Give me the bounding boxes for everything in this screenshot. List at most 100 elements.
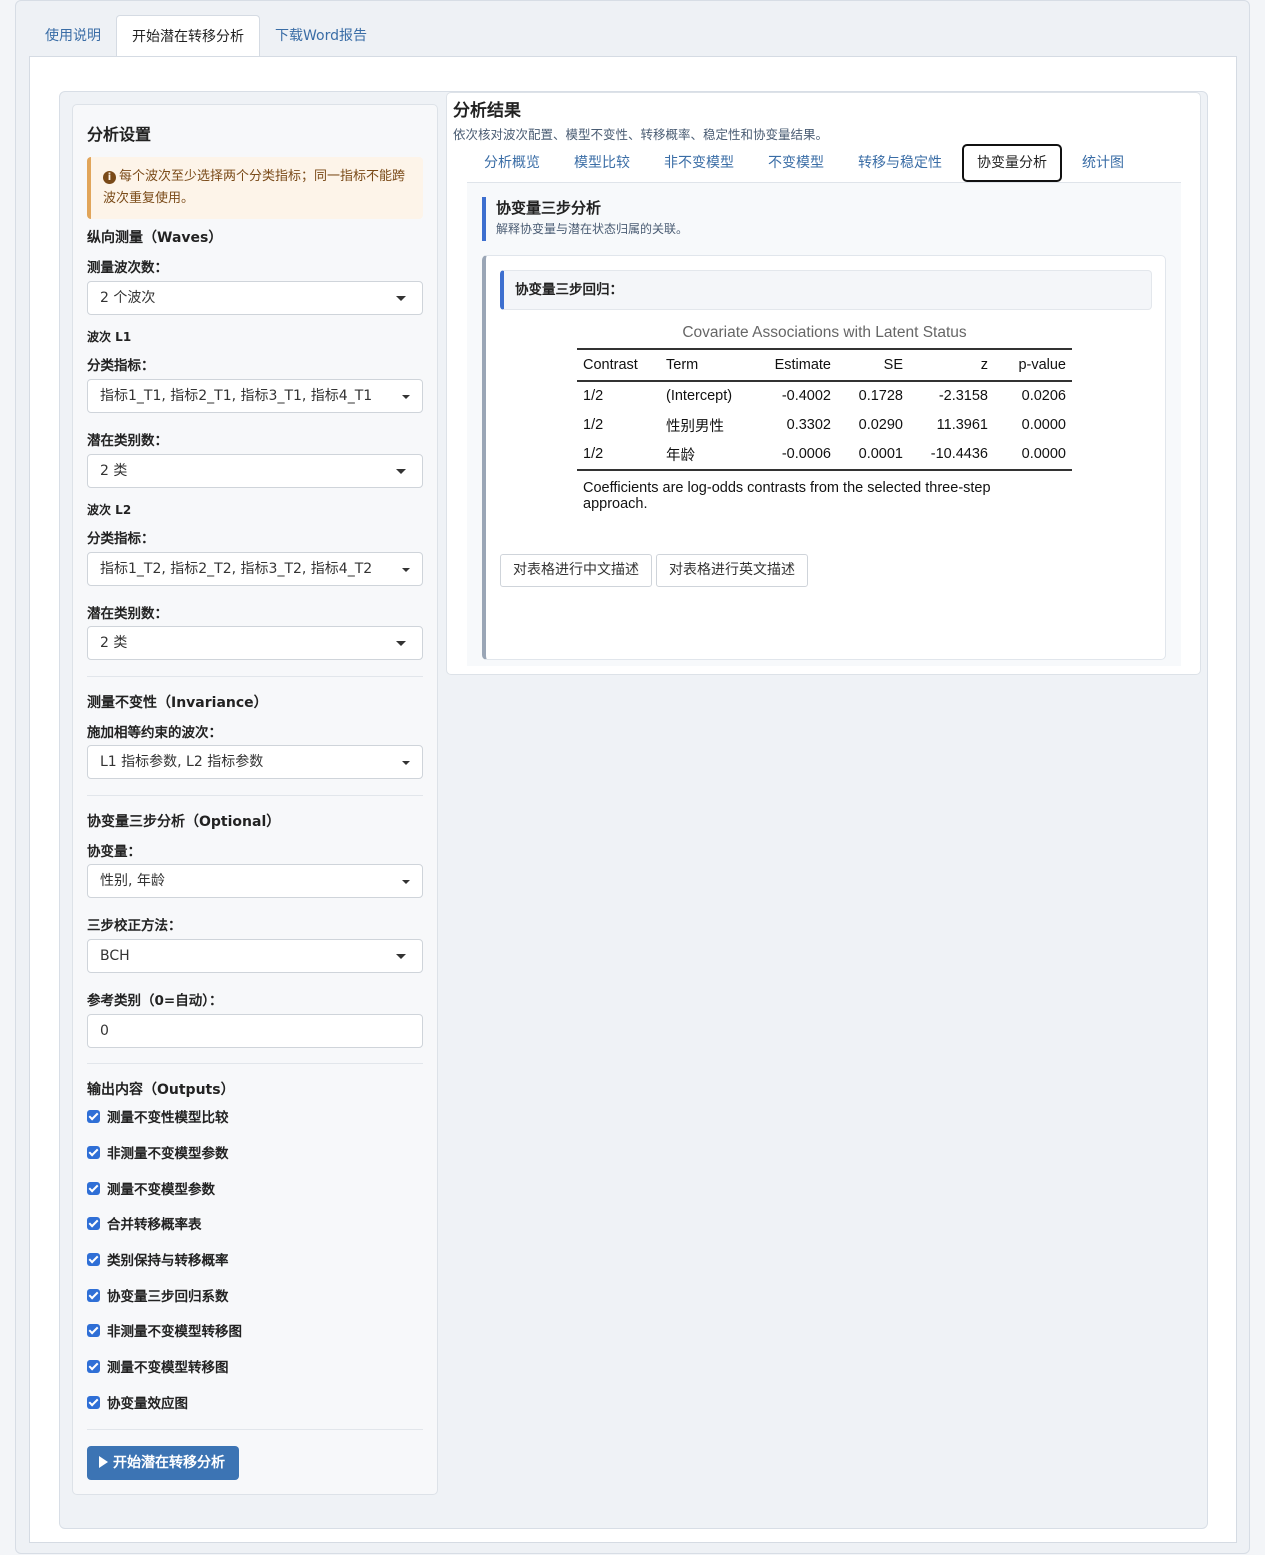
table-header-row: Contrast Term Estimate SE z p-value	[577, 348, 1072, 382]
output-checkbox[interactable]: 合并转移概率表	[87, 1213, 423, 1233]
chevron-down-icon	[396, 469, 406, 474]
tab-model-comparison[interactable]: 模型比较	[557, 143, 647, 181]
divider	[87, 1429, 423, 1430]
table-cell: 1/2	[583, 388, 604, 405]
checkbox-checked-icon[interactable]	[87, 1216, 100, 1230]
output-label: 非测量不变模型参数	[107, 1146, 229, 1162]
run-analysis-button[interactable]: 开始潜在转移分析	[87, 1446, 239, 1480]
checkbox-checked-icon[interactable]	[87, 1109, 100, 1123]
tab-overview[interactable]: 分析概览	[467, 143, 557, 181]
wave2-classes-select[interactable]: 2 类	[87, 626, 423, 660]
invariance-section-title: 测量不变性（Invariance）	[87, 695, 268, 711]
checkbox-checked-icon[interactable]	[87, 1145, 100, 1159]
tab-instructions[interactable]: 使用说明	[30, 15, 116, 57]
settings-sidebar: 分析设置 i 每个波次至少选择两个分类指标；同一指标不能跨波次重复使用。 纵向测量…	[72, 104, 438, 1495]
waves-count-label: 测量波次数：	[87, 260, 168, 276]
table-cell: 0.1728	[858, 388, 903, 405]
wave2-classes-value: 2 类	[100, 635, 128, 651]
table-cell: 0.0000	[994, 440, 1072, 471]
output-checkbox[interactable]: 非测量不变模型参数	[87, 1142, 423, 1162]
chevron-down-icon	[402, 761, 410, 765]
wave1-indicators-value: 指标1_T1, 指标2_T1, 指标3_T1, 指标4_T1	[100, 388, 373, 404]
reference-class-label: 参考类别（0=自动）：	[87, 993, 223, 1009]
method-select[interactable]: BCH	[87, 939, 423, 973]
table-row: 1/2 性别男性 0.3302 0.0290 11.3961 0.0000	[577, 411, 1072, 441]
table-cell: 性别男性	[666, 418, 724, 435]
run-analysis-label: 开始潜在转移分析	[113, 1455, 225, 1471]
table-cell: 0.0000	[1021, 417, 1066, 434]
output-label: 协变量效应图	[107, 1396, 188, 1412]
results-subtitle: 依次核对波次配置、模型不变性、转移概率、稳定性和协变量结果。	[453, 127, 829, 142]
tab-transition-stability[interactable]: 转移与稳定性	[841, 143, 959, 181]
output-checkbox[interactable]: 非测量不变模型转移图	[87, 1320, 423, 1340]
wave2-indicators-select[interactable]: 指标1_T2, 指标2_T2, 指标3_T2, 指标4_T2	[87, 552, 423, 586]
tab-download-word[interactable]: 下载Word报告	[260, 15, 382, 57]
analysis-panel: 分析设置 i 每个波次至少选择两个分类指标；同一指标不能跨波次重复使用。 纵向测量…	[59, 91, 1208, 1529]
tab-plots[interactable]: 统计图	[1065, 143, 1141, 181]
output-checkbox[interactable]: 协变量三步回归系数	[87, 1285, 423, 1305]
tab-start-analysis[interactable]: 开始潜在转移分析	[116, 15, 260, 58]
wave1-classes-select[interactable]: 2 类	[87, 454, 423, 488]
wave1-label: 波次 L1	[87, 330, 132, 344]
invariance-select[interactable]: L1 指标参数, L2 指标参数	[87, 745, 423, 779]
output-label: 合并转移概率表	[107, 1217, 202, 1233]
output-checkbox[interactable]: 测量不变性模型比较	[87, 1106, 423, 1126]
wave1-classes-value: 2 类	[100, 463, 128, 479]
output-checkbox[interactable]: 类别保持与转移概率	[87, 1249, 423, 1269]
output-checkbox[interactable]: 协变量效应图	[87, 1392, 423, 1412]
checkbox-checked-icon[interactable]	[87, 1288, 100, 1302]
waves-count-select[interactable]: 2 个波次	[87, 281, 423, 315]
column-header: Estimate	[760, 348, 837, 382]
table-cell: 1/2	[583, 417, 604, 434]
checkbox-checked-icon[interactable]	[87, 1395, 100, 1409]
output-label: 类别保持与转移概率	[107, 1253, 229, 1269]
wave2-label: 波次 L2	[87, 503, 132, 517]
checkbox-checked-icon[interactable]	[87, 1181, 100, 1195]
covariate-select[interactable]: 性别, 年龄	[87, 864, 423, 898]
regression-card: 协变量三步回归： Covariate Associations with Lat…	[482, 255, 1166, 660]
divider	[87, 676, 423, 677]
output-label: 协变量三步回归系数	[107, 1289, 229, 1305]
table-row: 1/2 (Intercept) -0.4002 0.1728 -2.3158 0…	[577, 381, 1072, 411]
reference-class-input[interactable]: 0	[87, 1014, 423, 1048]
output-checkbox[interactable]: 测量不变模型转移图	[87, 1356, 423, 1376]
column-header: SE	[837, 348, 909, 382]
wave2-indicators-label: 分类指标：	[87, 531, 155, 547]
table-cell: -0.0006	[760, 440, 837, 471]
checkbox-checked-icon[interactable]	[87, 1323, 100, 1337]
tab-noninvariant-model[interactable]: 非不变模型	[647, 143, 751, 181]
method-label: 三步校正方法：	[87, 918, 182, 934]
output-checkbox[interactable]: 测量不变模型参数	[87, 1178, 423, 1198]
section-title: 协变量三步分析	[496, 199, 602, 217]
results-tab-bar: 分析概览 模型比较 非不变模型 不变模型 转移与稳定性 协变量分析 统计图	[467, 143, 1181, 183]
chevron-down-icon	[402, 568, 410, 572]
describe-chinese-button[interactable]: 对表格进行中文描述	[500, 554, 652, 587]
wave1-indicators-select[interactable]: 指标1_T1, 指标2_T1, 指标3_T1, 指标4_T1	[87, 379, 423, 413]
results-title: 分析结果	[453, 101, 521, 121]
table-row: 1/2 年龄 -0.0006 0.0001 -10.4436 0.0000	[577, 440, 1072, 471]
checkbox-checked-icon[interactable]	[87, 1252, 100, 1266]
waves-section-title: 纵向测量（Waves）	[87, 230, 223, 246]
alert-text: 每个波次至少选择两个分类指标；同一指标不能跨波次重复使用。	[103, 169, 406, 206]
column-header: Term	[660, 348, 760, 382]
column-header: p-value	[994, 348, 1072, 382]
warning-alert: i 每个波次至少选择两个分类指标；同一指标不能跨波次重复使用。	[87, 157, 423, 219]
table-cell: 年龄	[660, 440, 760, 471]
describe-english-button[interactable]: 对表格进行英文描述	[656, 554, 808, 587]
column-header: Contrast	[577, 348, 660, 382]
waves-count-value: 2 个波次	[100, 290, 156, 306]
covariate-tab-content: 协变量三步分析 解释协变量与潜在状态归属的关联。 协变量三步回归： Covari…	[467, 183, 1181, 666]
checkbox-checked-icon[interactable]	[87, 1359, 100, 1373]
output-label: 非测量不变模型转移图	[107, 1324, 242, 1340]
chevron-down-icon	[402, 880, 410, 884]
section-subtitle: 解释协变量与潜在状态归属的关联。	[496, 222, 689, 236]
table-caption: Covariate Associations with Latent Statu…	[682, 324, 967, 341]
outputs-section-title: 输出内容（Outputs）	[87, 1082, 235, 1098]
table-cell: -10.4436	[909, 440, 994, 471]
tab-covariate-analysis[interactable]: 协变量分析	[962, 144, 1062, 182]
table-cell: 0.0001	[837, 440, 909, 471]
covariate-section-title: 协变量三步分析（Optional）	[87, 814, 281, 830]
chevron-down-icon	[396, 296, 406, 301]
tab-invariant-model[interactable]: 不变模型	[751, 143, 841, 181]
table-cell: 11.3961	[936, 417, 988, 434]
